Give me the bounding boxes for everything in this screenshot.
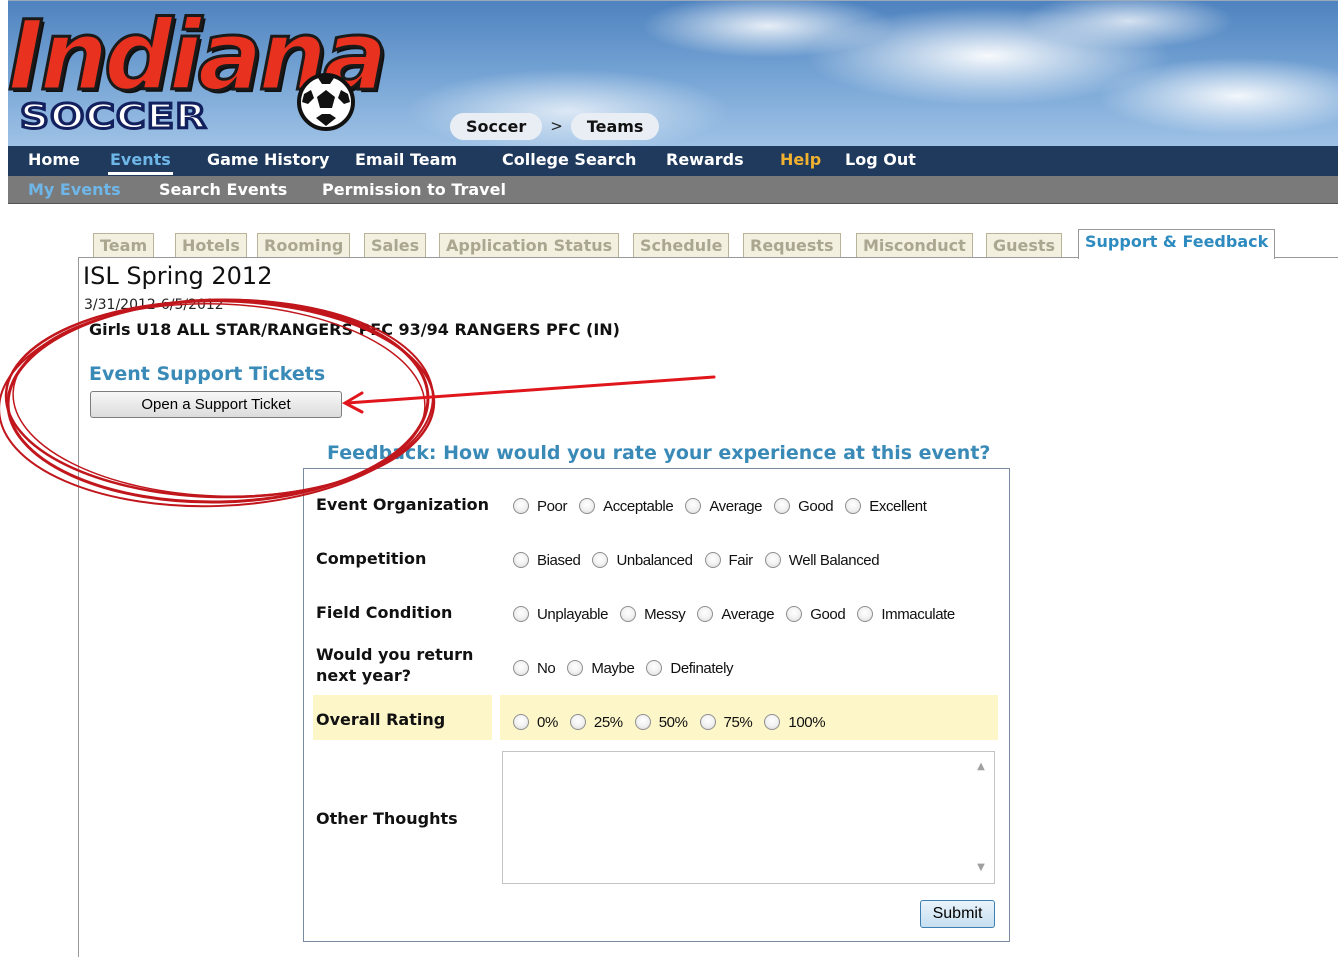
tab-support-feedback[interactable]: Support & Feedback [1078,229,1276,259]
soccer-ball-icon [297,73,355,131]
breadcrumb-teams[interactable]: Teams [570,112,660,140]
radio-button[interactable] [513,498,529,514]
nav-game-history[interactable]: Game History [207,150,329,169]
radio-button[interactable] [764,552,781,568]
radio-option[interactable]: Maybe [567,660,635,677]
tab-schedule[interactable]: Schedule [633,233,730,258]
tab-guests[interactable]: Guests [986,233,1063,258]
radio-button[interactable] [685,498,702,514]
scroll-up-arrow-icon[interactable]: ▲ [972,758,990,776]
radio-option[interactable]: Good [786,606,846,623]
textarea-scrollbar[interactable]: ▲ ▼ [968,752,994,883]
tab-misconduct[interactable]: Misconduct [856,233,973,258]
radio-option[interactable]: Messy [620,606,686,623]
radio-option[interactable]: 100% [764,714,826,731]
competition-options: Biased Unbalanced Fair Well Balanced [513,549,891,571]
nav-help[interactable]: Help [780,150,821,169]
radio-option[interactable]: 75% [699,714,753,731]
radio-button[interactable] [592,552,609,568]
nav-college-search[interactable]: College Search [502,150,636,169]
question-label: Competition [316,549,427,568]
radio-button[interactable] [634,714,651,730]
team-name: Girls U18 ALL STAR/RANGERS PFC 93/94 RAN… [89,320,620,339]
submit-button[interactable]: Submit [920,900,995,928]
subnav-permission-to-travel[interactable]: Permission to Travel [322,180,506,199]
radio-option[interactable]: Unbalanced [592,552,693,569]
scroll-down-arrow-icon[interactable]: ▼ [972,859,990,877]
radio-option[interactable]: No [513,660,556,677]
radio-option[interactable]: Good [774,498,834,515]
open-support-ticket-button[interactable]: Open a Support Ticket [90,391,342,418]
tab-sales[interactable]: Sales [364,233,427,258]
radio-button[interactable] [704,552,721,568]
radio-button[interactable] [513,660,529,676]
radio-option[interactable]: Well Balanced [764,552,880,569]
radio-option[interactable]: Definately [646,660,734,677]
radio-option[interactable]: Average [697,606,775,623]
breadcrumb-soccer[interactable]: Soccer [450,112,543,140]
subnav-search-events[interactable]: Search Events [159,180,287,199]
overall-rating-options: 0% 25% 50% 75% 100% [513,711,837,733]
question-label: Field Condition [316,603,453,622]
radio-button[interactable] [620,606,637,622]
subnav-my-events[interactable]: My Events [28,180,121,199]
tab-hotels[interactable]: Hotels [175,233,247,258]
radio-option[interactable]: Acceptable [579,498,674,515]
logo-subtitle: SOCCER [18,97,208,137]
radio-button[interactable] [697,606,714,622]
breadcrumb-separator: > [550,117,563,135]
tab-application-status[interactable]: Application Status [439,233,620,258]
radio-button[interactable] [579,498,596,514]
breadcrumb: Soccer > Teams [450,111,660,141]
radio-option[interactable]: 25% [569,714,623,731]
nav-home[interactable]: Home [28,150,80,169]
nav-log-out[interactable]: Log Out [845,150,916,169]
page-left-margin [0,0,8,953]
radio-button[interactable] [569,714,586,730]
radio-button[interactable] [513,552,529,568]
radio-button[interactable] [699,714,716,730]
event-dates: 3/31/2012-6/5/2012 [84,297,224,313]
radio-button[interactable] [786,606,803,622]
primary-nav: Home Events Game History Email Team Coll… [8,146,1338,176]
radio-option[interactable]: Fair [704,552,753,569]
radio-option[interactable]: Poor [513,498,567,515]
radio-button[interactable] [646,660,663,676]
nav-rewards[interactable]: Rewards [666,150,744,169]
radio-option[interactable]: Immaculate [857,606,955,623]
event-title: ISL Spring 2012 [83,262,273,290]
tab-rooming[interactable]: Rooming [257,233,351,258]
radio-button[interactable] [513,606,529,622]
radio-option[interactable]: 50% [634,714,688,731]
nav-email-team[interactable]: Email Team [355,150,457,169]
other-thoughts-label: Other Thoughts [316,809,458,828]
radio-button[interactable] [845,498,862,514]
secondary-nav: My Events Search Events Permission to Tr… [8,176,1338,204]
radio-option[interactable]: Average [685,498,763,515]
tab-team[interactable]: Team [93,233,155,258]
tab-requests[interactable]: Requests [743,233,841,258]
question-label: Would you return next year? [316,645,474,685]
other-thoughts-textarea[interactable]: ▲ ▼ [502,751,995,884]
nav-events[interactable]: Events [108,150,173,175]
radio-button[interactable] [764,714,781,730]
radio-button[interactable] [513,714,529,730]
radio-button[interactable] [567,660,584,676]
feedback-title: Feedback: How would you rate your experi… [327,442,991,464]
radio-option[interactable]: Biased [513,552,581,569]
question-label: Event Organization [316,495,490,514]
event-organization-options: Poor Acceptable Average Good Excellent [513,495,939,517]
support-tickets-heading: Event Support Tickets [89,363,326,385]
question-label: Overall Rating [316,710,446,729]
return-next-year-options: No Maybe Definately [513,657,745,679]
radio-option[interactable]: Excellent [845,498,927,515]
radio-option[interactable]: 0% [513,714,558,731]
radio-option[interactable]: Unplayable [513,606,608,623]
radio-button[interactable] [774,498,791,514]
radio-button[interactable] [857,606,874,622]
field-condition-options: Unplayable Messy Average Good Immaculate [513,603,967,625]
